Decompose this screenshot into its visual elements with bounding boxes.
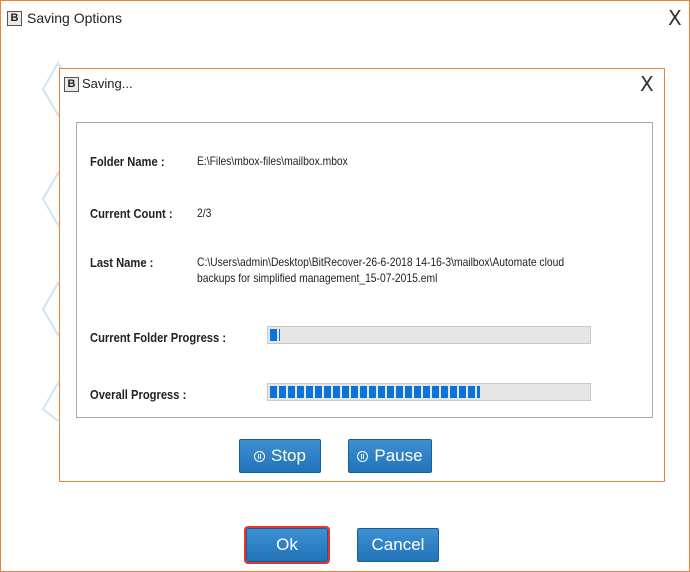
pause-button[interactable]: Pause [348,439,432,473]
saving-options-titlebar: B Saving Options X [1,1,689,33]
current-folder-progress-fill [270,329,280,341]
current-count-value: 2/3 [197,206,212,220]
pause-button-label: Pause [374,446,423,465]
overall-progress-fill [270,386,480,398]
pause-circle-icon [254,450,265,462]
last-name-value-line2: backups for simplified management_15-07-… [197,271,438,285]
overall-progress-label: Overall Progress : [90,387,187,402]
dialog-title: Saving... [82,76,133,91]
current-count-label: Current Count : [90,206,173,221]
dialog-close-icon[interactable]: X [640,74,654,94]
last-name-label: Last Name : [90,255,154,270]
app-logo-icon: B [7,11,22,26]
last-name-value-line1: C:\Users\admin\Desktop\BitRecover-26-6-2… [197,255,565,269]
cancel-button[interactable]: Cancel [357,528,439,562]
stop-button-label: Stop [271,446,306,465]
saving-details-panel: Folder Name : E:\Files\mbox-files\mailbo… [76,122,653,418]
pause-circle-icon [357,450,369,462]
ok-button[interactable]: Ok [244,526,330,564]
dialog-logo-icon: B [64,77,79,92]
folder-name-value: E:\Files\mbox-files\mailbox.mbox [197,154,348,168]
current-folder-progress-label: Current Folder Progress : [90,330,227,345]
folder-name-label: Folder Name : [90,154,165,169]
window-title: Saving Options [27,10,122,26]
overall-progress-bar [267,383,591,401]
current-folder-progress-bar [267,326,591,344]
stop-button[interactable]: Stop [239,439,321,473]
saving-options-window: B Saving Options X B Saving... X Folder … [0,0,690,572]
close-icon[interactable]: X [668,8,682,28]
saving-progress-dialog: B Saving... X Folder Name : E:\Files\mbo… [59,68,665,482]
